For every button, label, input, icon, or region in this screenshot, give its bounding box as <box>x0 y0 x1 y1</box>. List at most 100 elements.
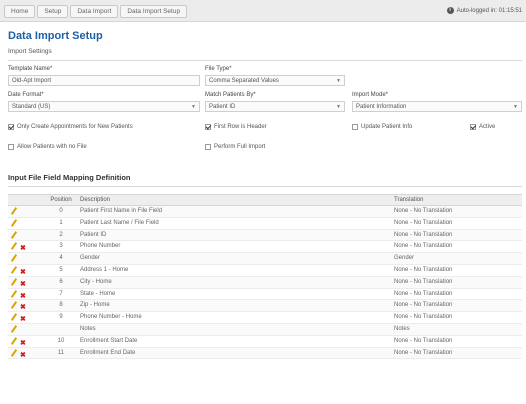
import-mode-select[interactable]: Patient Information ▼ <box>352 101 522 112</box>
row-description: Gender <box>80 255 101 262</box>
logged-in-text: Auto-logged in: 01:15:51 <box>456 7 522 14</box>
row-description: Enrollment Start Date <box>80 337 138 344</box>
chevron-down-icon: ▼ <box>513 104 518 110</box>
row-actions: ✖ <box>10 278 42 289</box>
row-translation: None - No Translation <box>394 349 453 356</box>
table-row: Notes Notes <box>8 323 522 336</box>
edit-icon[interactable] <box>10 254 17 262</box>
page-title: Data Import Setup <box>8 30 103 42</box>
row-translation: None - No Translation <box>394 231 453 238</box>
delete-icon[interactable]: ✖ <box>20 340 26 348</box>
row-actions: ✖ <box>10 337 42 348</box>
edit-icon[interactable] <box>10 242 17 250</box>
file-type-select[interactable]: Comma Separated Values ▼ <box>205 75 345 86</box>
row-actions: ✖ <box>10 242 42 253</box>
edit-icon[interactable] <box>10 325 17 333</box>
breadcrumb-home[interactable]: Home <box>4 5 36 18</box>
row-actions: ✖ <box>10 290 42 301</box>
row-position: 0 <box>59 208 63 214</box>
checkbox-unchecked <box>205 144 211 150</box>
match-by-select[interactable]: Patient ID ▼ <box>205 101 345 112</box>
edit-icon[interactable] <box>10 337 17 345</box>
edit-icon[interactable] <box>10 266 17 274</box>
delete-icon[interactable]: ✖ <box>20 316 26 324</box>
delete-icon[interactable]: ✖ <box>20 352 26 360</box>
table-row: 1 Patient Last Name / File Field None - No… <box>8 218 522 230</box>
edit-icon[interactable] <box>10 219 17 227</box>
row-translation: None - No Translation <box>394 208 453 214</box>
delete-icon[interactable]: ✖ <box>20 245 26 253</box>
mapping-title: Input File Field Mapping Definition <box>8 173 131 182</box>
row-position: 7 <box>59 290 63 297</box>
active-checkbox[interactable]: Active <box>470 124 495 130</box>
edit-icon[interactable] <box>10 290 17 298</box>
match-by-label: Match Patients By* <box>205 92 256 98</box>
full-import-checkbox[interactable]: Perform Full Import <box>205 144 265 150</box>
edit-icon[interactable] <box>10 313 17 321</box>
date-format-select[interactable]: Standard (US) ▼ <box>8 101 200 112</box>
section-title: Import Settings <box>8 48 52 55</box>
checkbox-unchecked <box>8 144 14 150</box>
row-description: City - Home <box>80 278 112 285</box>
update-patient-label: Update Patient Info <box>361 124 413 130</box>
delete-icon[interactable]: ✖ <box>20 304 26 312</box>
first-row-header-label: First Row is Header <box>214 124 267 130</box>
first-row-header-checkbox[interactable]: First Row is Header <box>205 124 267 130</box>
checkbox-checked <box>470 124 476 130</box>
header-translation[interactable]: Translation <box>394 197 520 203</box>
row-translation: None - No Translation <box>394 302 453 309</box>
row-actions <box>10 325 42 335</box>
table-row: ✖ 6 City - Home None - No Translation <box>8 276 522 289</box>
row-actions <box>10 219 42 229</box>
table-body: 0 Patient First Name in File Field None - … <box>8 206 522 360</box>
table-row: 0 Patient First Name in File Field None - … <box>8 206 522 218</box>
breadcrumb-data-import-setup[interactable]: Data Import Setup <box>120 5 188 18</box>
row-actions: ✖ <box>10 266 42 277</box>
only-create-checkbox[interactable]: Only Create Appointments for New Patient… <box>8 124 133 130</box>
row-translation: None - No Translation <box>394 219 453 226</box>
full-import-label: Perform Full Import <box>214 144 266 150</box>
allow-duplicates-checkbox[interactable]: Allow Patients with no File <box>8 144 87 150</box>
row-position: 5 <box>59 266 63 273</box>
table-row: ✖ 10 Enrollment Start Date None - No Transl… <box>8 336 522 348</box>
allow-duplicates-label: Allow Patients with no File <box>17 144 87 150</box>
breadcrumb-setup[interactable]: Setup <box>37 5 69 18</box>
mapping-table: Position Description Translation 0 Patien… <box>8 194 522 360</box>
template-name-input[interactable]: Old-Apt Import <box>8 75 200 86</box>
row-translation: None - No Translation <box>394 337 453 344</box>
row-actions <box>10 231 42 241</box>
table-row: ✖ 7 State - Home None - No Translation <box>8 289 522 301</box>
edit-icon[interactable] <box>10 301 17 309</box>
row-position: 3 <box>59 243 63 250</box>
breadcrumb-data-import[interactable]: Data Import <box>70 5 119 18</box>
chevron-down-icon: ▼ <box>336 78 341 84</box>
edit-icon[interactable] <box>10 349 17 357</box>
active-label: Active <box>479 124 496 130</box>
table-row: ✖ 11 Enrollment End Date None - No Translat… <box>8 347 522 360</box>
info-icon: i <box>446 7 454 14</box>
table-row: ✖ 5 Address 1 - Home None - No Translation <box>8 265 522 277</box>
header-position[interactable]: Position <box>48 197 74 203</box>
row-position: 11 <box>57 349 65 356</box>
edit-icon[interactable] <box>10 207 17 215</box>
delete-icon[interactable]: ✖ <box>20 281 26 289</box>
date-format-label: Date Format* <box>8 92 44 98</box>
delete-icon[interactable]: ✖ <box>20 293 26 301</box>
row-description: Zip - Home <box>80 302 110 309</box>
section-divider <box>8 60 522 61</box>
row-actions <box>10 254 42 264</box>
only-create-label: Only Create Appointments for New Patient… <box>17 124 133 130</box>
row-description: State - Home <box>80 290 116 297</box>
import-mode-label: Import Mode* <box>352 92 389 98</box>
file-type-label: File Type* <box>205 66 232 72</box>
header-description[interactable]: Description <box>80 197 340 203</box>
edit-icon[interactable] <box>10 231 17 239</box>
delete-icon[interactable]: ✖ <box>20 269 26 277</box>
row-description: Enrollment End Date <box>80 349 136 356</box>
row-actions: ✖ <box>10 301 42 312</box>
edit-icon[interactable] <box>10 278 17 286</box>
update-patient-checkbox[interactable]: Update Patient Info <box>352 124 412 130</box>
date-format-value: Standard (US) <box>12 104 51 110</box>
row-position: 2 <box>59 231 63 238</box>
row-translation: None - No Translation <box>394 278 453 285</box>
